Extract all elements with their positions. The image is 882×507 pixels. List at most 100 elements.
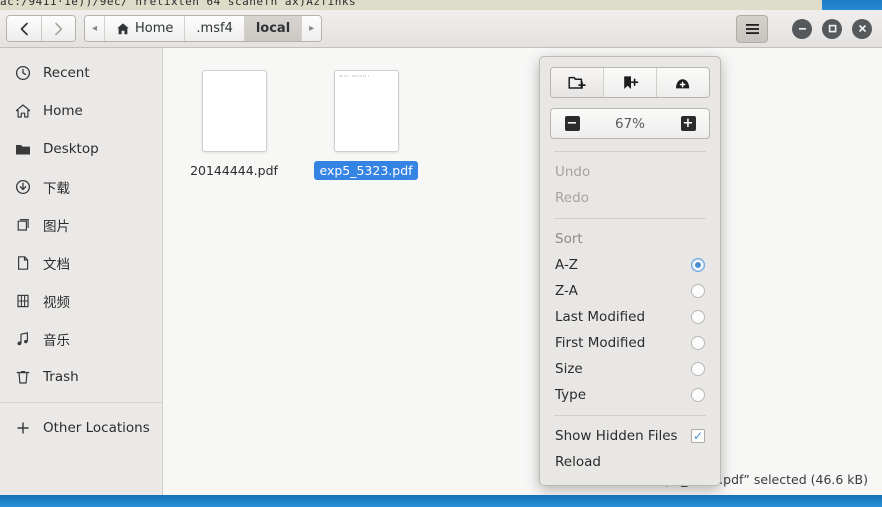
sort-label-za: Z-A (555, 283, 578, 299)
back-button[interactable] (7, 16, 41, 41)
sidebar-label-trash: Trash (43, 369, 79, 385)
thumbnail-preview-text: mmiiii. mmiiiimi i (338, 75, 370, 78)
pdf-thumbnail (201, 70, 267, 152)
sidebar-item-other-locations[interactable]: Other Locations (0, 409, 162, 447)
radio-size[interactable] (691, 362, 705, 376)
sort-option-za[interactable]: Z-A (550, 278, 710, 304)
header-right-controls (736, 14, 876, 43)
sidebar-item-home[interactable]: Home (0, 92, 162, 130)
sort-option-size[interactable]: Size (550, 356, 710, 382)
file-manager-window: ◂ Home .msf4 local ▸ Recent Home Desktop… (0, 10, 882, 495)
sort-option-first-modified[interactable]: First Modified (550, 330, 710, 356)
sidebar-item-trash[interactable]: Trash (0, 358, 162, 396)
sidebar-item-pictures[interactable]: 图片 (0, 206, 162, 244)
file-name-label: 20144444.pdf (190, 163, 278, 178)
sidebar: Recent Home Desktop 下载 图片 文档 视频 音乐 Trash… (0, 48, 163, 495)
file-name-label-selected: exp5_5323.pdf (314, 161, 418, 180)
breadcrumb-label-local: local (255, 21, 291, 36)
plus-icon (14, 420, 31, 437)
main-menu-button[interactable] (736, 14, 768, 43)
new-folder-button[interactable] (551, 68, 603, 97)
sidebar-label-xiazai: 下载 (43, 181, 70, 197)
sort-option-az[interactable]: A-Z (550, 252, 710, 278)
menu-item-undo[interactable]: Undo (550, 159, 710, 185)
main-menu-popover: − 67% + Undo Redo Sort A-Z Z-A Last Modi… (539, 56, 721, 486)
home-icon (14, 103, 31, 120)
new-folder-icon (568, 75, 586, 91)
sidebar-divider (0, 402, 162, 403)
breadcrumb-label-msf4: .msf4 (196, 21, 233, 36)
menu-item-show-hidden-files[interactable]: Show Hidden Files ✓ (550, 423, 710, 449)
menu-label-show-hidden-files: Show Hidden Files (555, 428, 678, 444)
home-icon (116, 22, 130, 36)
menu-item-redo[interactable]: Redo (550, 185, 710, 211)
sidebar-item-videos[interactable]: 视频 (0, 282, 162, 320)
add-bookmark-icon (621, 75, 639, 91)
sidebar-label-other-locations: Other Locations (43, 420, 150, 436)
sort-option-last-modified[interactable]: Last Modified (550, 304, 710, 330)
background-terminal-text: ac:/9411·1e))/9ec/ nretixten 64 scanefn … (0, 0, 357, 8)
sidebar-item-documents[interactable]: 文档 (0, 244, 162, 282)
header-bar: ◂ Home .msf4 local ▸ (0, 10, 882, 48)
document-icon (14, 255, 31, 272)
sidebar-item-desktop[interactable]: Desktop (0, 130, 162, 168)
sidebar-item-downloads[interactable]: 下载 (0, 168, 162, 206)
maximize-button[interactable] (822, 18, 842, 39)
zoom-out-button[interactable]: − (551, 116, 593, 131)
desktop-background-bottom (0, 495, 882, 507)
file-item[interactable]: mmiiii. mmiiiimi i exp5_5323.pdf (314, 70, 418, 180)
minimize-button[interactable] (792, 18, 812, 39)
sort-label-size: Size (555, 361, 583, 377)
radio-az[interactable] (691, 258, 705, 272)
file-item[interactable]: 20144444.pdf (183, 70, 285, 180)
close-button[interactable] (852, 18, 872, 39)
breadcrumb-item-msf4[interactable]: .msf4 (184, 16, 244, 41)
new-window-button[interactable] (656, 68, 709, 97)
sort-option-type[interactable]: Type (550, 382, 710, 408)
navigation-buttons (6, 15, 76, 42)
menu-label-undo: Undo (555, 164, 591, 180)
sidebar-item-recent[interactable]: Recent (0, 54, 162, 92)
sort-label-az: A-Z (555, 257, 579, 273)
sidebar-label-yinyue: 音乐 (43, 333, 70, 349)
radio-last-modified[interactable] (691, 310, 705, 324)
add-bookmark-button[interactable] (603, 68, 656, 97)
pictures-icon (14, 217, 31, 234)
hamburger-icon (745, 23, 760, 35)
forward-button[interactable] (41, 16, 75, 41)
download-icon (14, 179, 31, 196)
breadcrumb-item-local[interactable]: local (243, 16, 302, 41)
sort-section-label: Sort (550, 226, 710, 252)
file-list-view[interactable]: 20144444.pdf mmiiii. mmiiiimi i exp5_532… (163, 48, 882, 495)
radio-first-modified[interactable] (691, 336, 705, 350)
sidebar-label-shipin: 视频 (43, 295, 70, 311)
clock-history-icon (14, 65, 31, 82)
trash-icon (14, 369, 31, 386)
checkbox-show-hidden-files[interactable]: ✓ (691, 429, 705, 443)
sidebar-label-downloads-desktop: Desktop (43, 141, 99, 157)
sidebar-label-tupian: 图片 (43, 219, 70, 235)
radio-type[interactable] (691, 388, 705, 402)
minus-icon: − (564, 116, 580, 131)
sort-label: Sort (555, 231, 583, 247)
pdf-thumbnail: mmiiii. mmiiiimi i (333, 70, 399, 152)
breadcrumb-item-home[interactable]: Home (104, 16, 185, 41)
breadcrumb-scroll-right[interactable]: ▸ (301, 16, 322, 41)
breadcrumb-label-home: Home (135, 21, 174, 36)
menu-label-redo: Redo (555, 190, 589, 206)
zoom-in-button[interactable]: + (667, 116, 709, 131)
window-body: Recent Home Desktop 下载 图片 文档 视频 音乐 Trash… (0, 48, 882, 495)
menu-item-reload[interactable]: Reload (550, 449, 710, 475)
popover-divider (554, 415, 706, 416)
breadcrumb: ◂ Home .msf4 local ▸ (84, 15, 323, 42)
video-icon (14, 293, 31, 310)
sidebar-label-home: Home (43, 103, 83, 119)
sort-label-first-modified: First Modified (555, 335, 646, 351)
sidebar-label-wendang: 文档 (43, 257, 70, 273)
sort-label-type: Type (555, 387, 587, 403)
radio-za[interactable] (691, 284, 705, 298)
breadcrumb-scroll-left[interactable]: ◂ (85, 16, 105, 41)
plus-icon: + (680, 116, 696, 131)
sidebar-item-music[interactable]: 音乐 (0, 320, 162, 358)
sort-label-last-modified: Last Modified (555, 309, 646, 325)
